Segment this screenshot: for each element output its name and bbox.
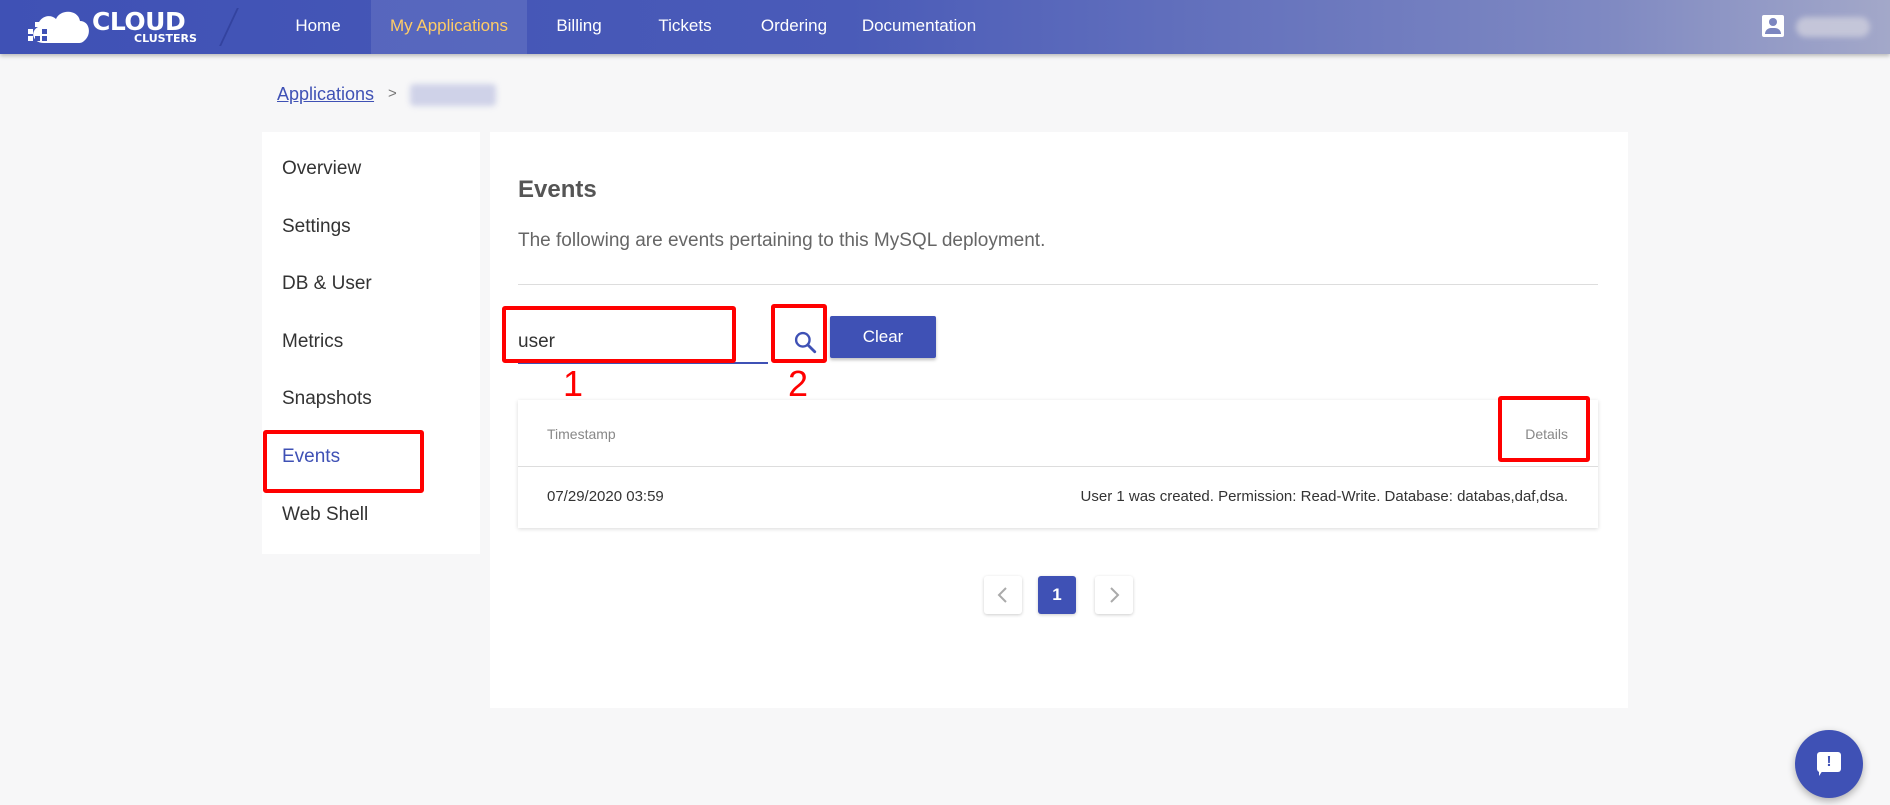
sidebar-item-snapshots[interactable]: Snapshots [282, 388, 372, 410]
annotation-label-2: 2 [788, 363, 809, 404]
sidebar-item-metrics[interactable]: Metrics [282, 331, 343, 353]
annotation-box-events-sidebar [263, 430, 424, 493]
cloudclusters-logo[interactable]: CLOUD CLUSTERS [26, 5, 197, 47]
sidebar-item-web-shell[interactable]: Web Shell [282, 504, 368, 526]
nav-ordering[interactable]: Ordering [752, 0, 836, 54]
cloud-logo-icon [28, 11, 89, 43]
annotation-box-search-input [502, 306, 736, 363]
events-table: Timestamp Details 07/29/2020 03:59 User … [518, 400, 1598, 528]
top-navbar: CLOUD CLUSTERS Home My Applications Bill… [0, 0, 1890, 54]
nav-billing[interactable]: Billing [547, 0, 611, 54]
page-description: The following are events pertaining to t… [518, 230, 1046, 251]
row-details: User 1 was created. Permission: Read-Wri… [1080, 488, 1568, 505]
user-name-redacted[interactable] [1796, 17, 1870, 37]
breadcrumb-applications[interactable]: Applications [277, 84, 374, 105]
nav-my-applications[interactable]: My Applications [371, 0, 527, 54]
page-title: Events [518, 176, 597, 203]
annotation-box-search-button [771, 304, 827, 363]
sidebar-item-settings[interactable]: Settings [282, 216, 351, 238]
logo-subtext: CLUSTERS [134, 32, 197, 45]
pagination-prev-button[interactable] [984, 576, 1022, 614]
chevron-left-icon [997, 587, 1007, 603]
pagination-next-button[interactable] [1095, 576, 1133, 614]
clear-button[interactable]: Clear [830, 316, 936, 358]
divider [518, 284, 1598, 285]
events-panel: Events The following are events pertaini… [490, 132, 1628, 708]
table-row[interactable]: 07/29/2020 03:59 User 1 was created. Per… [518, 468, 1598, 526]
account-box-icon[interactable] [1762, 15, 1784, 37]
nav-home[interactable]: Home [286, 0, 350, 54]
nav-documentation[interactable]: Documentation [860, 0, 978, 54]
nav-tickets[interactable]: Tickets [652, 0, 718, 54]
nav-divider [219, 8, 239, 46]
breadcrumb-app-name-redacted [410, 84, 496, 106]
sidebar-item-db-user[interactable]: DB & User [282, 273, 372, 295]
chat-button[interactable]: ! [1795, 730, 1863, 798]
breadcrumb-separator: > [388, 85, 397, 102]
column-header-timestamp[interactable]: Timestamp [547, 426, 616, 442]
chat-alert-mark: ! [1826, 753, 1832, 770]
pagination-page-1[interactable]: 1 [1038, 576, 1076, 614]
table-header: Timestamp Details [518, 400, 1598, 467]
annotation-label-1: 1 [563, 363, 584, 404]
sidebar-item-overview[interactable]: Overview [282, 158, 361, 180]
row-timestamp: 07/29/2020 03:59 [547, 488, 664, 505]
chevron-right-icon [1110, 587, 1120, 603]
annotation-box-details-header [1498, 396, 1590, 462]
